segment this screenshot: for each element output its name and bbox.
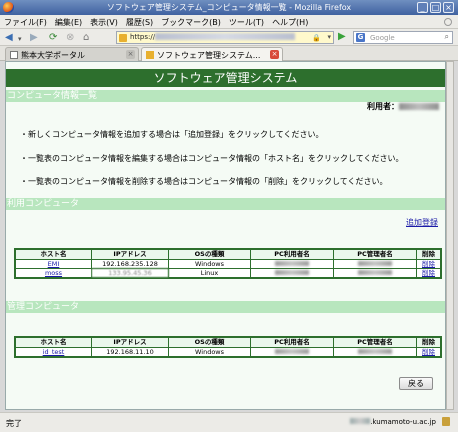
table-header-row: ホスト名 IPアドレス OSの種類 PC利用者名 PC管理者名 削除 xyxy=(16,250,440,259)
menu-bar: ファイル(F) 編集(E) 表示(V) 履歴(S) ブックマーク(B) ツール(T) ヘルプ… xyxy=(0,15,458,29)
home-icon[interactable]: ⌂ xyxy=(83,32,89,43)
pc-user-redacted xyxy=(275,270,309,275)
tab-software-management[interactable]: ソフトウェア管理システム... × xyxy=(141,47,283,61)
table-row: moss 133.95.45.36 Linux 削除 xyxy=(16,268,440,277)
user-info: 利用者： xyxy=(367,101,439,112)
menu-view[interactable]: 表示(V) xyxy=(86,15,122,28)
go-icon[interactable]: ▶ xyxy=(338,31,349,43)
ip-cell: 192.168.11.10 xyxy=(92,347,169,356)
os-cell: Windows xyxy=(169,259,251,268)
pc-user-redacted xyxy=(275,349,309,354)
menu-edit[interactable]: 編集(E) xyxy=(51,15,86,28)
instruction-delete: ・一覧表のコンピュータ情報を削除する場合はコンピュータ情報の「削除」をクリックし… xyxy=(20,177,388,186)
search-icon[interactable]: ⌕ xyxy=(445,32,449,42)
pc-admin-redacted xyxy=(358,261,392,266)
padlock-icon: 🔒 xyxy=(312,34,321,42)
col-hostname: ホスト名 xyxy=(16,338,92,347)
pc-admin-redacted xyxy=(358,270,392,275)
page-header: ソフトウェア管理システム xyxy=(6,69,445,87)
maximize-button[interactable]: □ xyxy=(430,2,441,13)
site-favicon-icon xyxy=(146,51,154,59)
col-os: OSの種類 xyxy=(169,250,251,259)
col-pc-user: PC利用者名 xyxy=(251,250,334,259)
menu-tools[interactable]: ツール(T) xyxy=(225,15,268,28)
section-admin-computers: 管理コンピュータ xyxy=(6,301,445,313)
pc-admin-redacted xyxy=(358,349,392,354)
search-placeholder: Google xyxy=(370,34,395,42)
domain-redacted xyxy=(350,418,371,424)
table-row: EMI 192.168.235.128 Windows 削除 xyxy=(16,259,440,268)
reload-icon[interactable]: ⟳ xyxy=(49,32,57,43)
pc-user-redacted xyxy=(275,261,309,266)
col-ip: IPアドレス xyxy=(92,338,169,347)
hostname-link[interactable]: id_test xyxy=(43,348,65,356)
close-window-button[interactable]: × xyxy=(443,2,454,13)
tab-portal[interactable]: 熊本大学ポータル × xyxy=(5,47,139,61)
menu-help[interactable]: ヘルプ(H) xyxy=(268,15,312,28)
col-ip: IPアドレス xyxy=(92,250,169,259)
stop-icon[interactable]: ⊗ xyxy=(66,32,74,43)
url-dropdown-icon[interactable]: ▾ xyxy=(327,33,331,41)
back-dropdown-icon[interactable]: ▾ xyxy=(18,34,22,45)
ip-cell: 192.168.235.128 xyxy=(92,259,169,268)
delete-link[interactable]: 削除 xyxy=(422,260,435,268)
col-pc-admin: PC管理者名 xyxy=(334,250,417,259)
tab-label: 熊本大学ポータル xyxy=(21,51,85,60)
site-favicon-icon xyxy=(119,34,127,42)
forward-arrow-icon[interactable]: ▶ xyxy=(30,32,38,43)
col-os: OSの種類 xyxy=(169,338,251,347)
section-use-computers: 利用コンピュータ xyxy=(6,198,445,210)
hostname-link[interactable]: moss xyxy=(45,269,62,277)
menu-bookmarks[interactable]: ブックマーク(B) xyxy=(157,15,225,28)
col-delete: 削除 xyxy=(417,250,440,259)
user-label: 利用者： xyxy=(367,102,399,111)
window-titlebar: ソフトウェア管理システム_コンピュータ情報一覧 - Mozilla Firefo… xyxy=(0,0,458,15)
domain-suffix: .kumamoto-u.ac.jp xyxy=(370,418,436,426)
status-text: 完了 xyxy=(6,419,22,428)
admin-computers-table: ホスト名 IPアドレス OSの種類 PC利用者名 PC管理者名 削除 id_te… xyxy=(14,336,442,358)
os-cell: Linux xyxy=(169,268,251,277)
tab-close-icon[interactable]: × xyxy=(270,50,279,59)
url-text: https:// xyxy=(130,33,296,41)
navigation-toolbar: ◀ ▾ ▶ ⟳ ⊗ ⌂ https:// 🔒 ▾ ▶ G Google ⌕ xyxy=(0,29,458,46)
col-hostname: ホスト名 xyxy=(16,250,92,259)
add-registration-link[interactable]: 追加登録 xyxy=(406,217,438,228)
os-cell: Windows xyxy=(169,347,251,356)
delete-link[interactable]: 削除 xyxy=(422,269,435,277)
col-pc-user: PC利用者名 xyxy=(251,338,334,347)
padlock-icon xyxy=(442,417,450,426)
page-content: ソフトウェア管理システム コンピュータ情報一覧 利用者： ・新しくコンピュータ情… xyxy=(5,61,446,410)
page-icon xyxy=(10,51,18,59)
status-domain: .kumamoto-u.ac.jp xyxy=(350,418,436,426)
google-engine-icon[interactable]: G xyxy=(356,33,365,42)
window-title: ソフトウェア管理システム_コンピュータ情報一覧 - Mozilla Firefo… xyxy=(106,3,352,12)
back-button[interactable]: 戻る xyxy=(399,377,433,390)
instruction-add: ・新しくコンピュータ情報を追加する場合は「追加登録」をクリックしてください。 xyxy=(20,130,324,139)
use-computers-table: ホスト名 IPアドレス OSの種類 PC利用者名 PC管理者名 削除 EMI 1… xyxy=(14,248,442,279)
tab-bar: 熊本大学ポータル × ソフトウェア管理システム... × xyxy=(0,46,458,61)
minimize-button[interactable]: _ xyxy=(417,2,428,13)
col-pc-admin: PC管理者名 xyxy=(334,338,417,347)
url-redacted xyxy=(155,33,296,40)
vertical-scrollbar[interactable] xyxy=(446,61,454,410)
menu-history[interactable]: 履歴(S) xyxy=(122,15,157,28)
tab-label: ソフトウェア管理システム... xyxy=(157,51,261,60)
status-bar: 完了 .kumamoto-u.ac.jp xyxy=(0,412,458,432)
back-arrow-icon[interactable]: ◀ xyxy=(5,32,13,43)
menu-file[interactable]: ファイル(F) xyxy=(0,15,51,28)
table-row: id_test 192.168.11.10 Windows 削除 xyxy=(16,347,440,356)
search-box[interactable]: G Google ⌕ xyxy=(353,31,453,44)
user-name-redacted xyxy=(399,103,439,110)
instruction-edit: ・一覧表のコンピュータ情報を編集する場合はコンピュータ情報の「ホスト名」をクリッ… xyxy=(20,154,404,163)
ip-cell: 133.95.45.36 xyxy=(92,268,169,277)
tab-close-icon[interactable]: × xyxy=(126,50,135,59)
url-bar[interactable]: https:// 🔒 ▾ xyxy=(116,31,334,44)
hostname-link[interactable]: EMI xyxy=(48,260,60,268)
url-prefix: https:// xyxy=(130,33,156,41)
delete-link[interactable]: 削除 xyxy=(422,348,435,356)
table-header-row: ホスト名 IPアドレス OSの種類 PC利用者名 PC管理者名 削除 xyxy=(16,338,440,347)
throbber-icon xyxy=(444,18,452,26)
col-delete: 削除 xyxy=(417,338,440,347)
